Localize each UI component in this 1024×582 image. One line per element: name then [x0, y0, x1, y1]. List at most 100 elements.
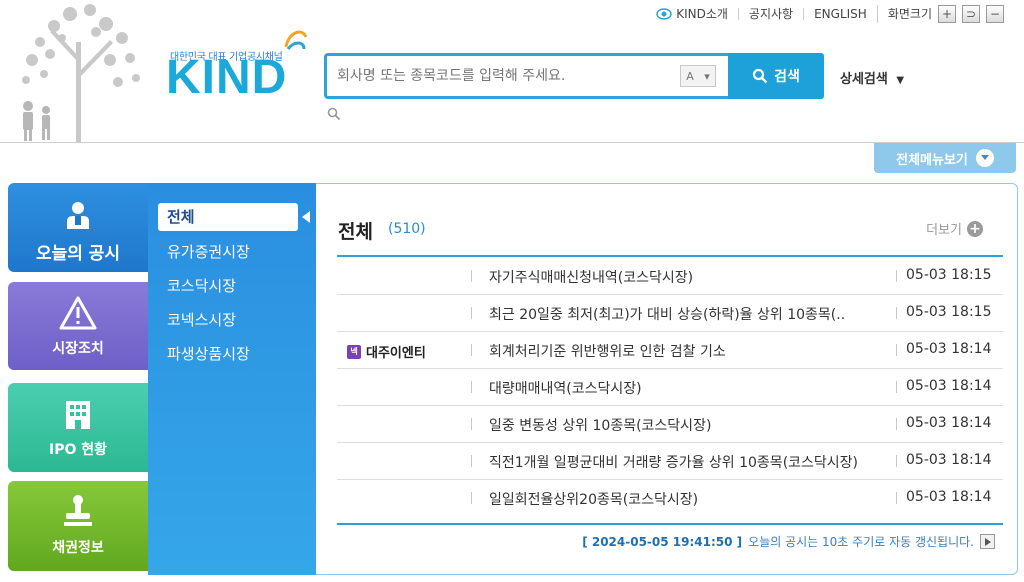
search-button[interactable]: 검색 [728, 53, 824, 99]
list-bottom-divider [337, 523, 1003, 525]
table-row[interactable]: 직전1개월 일평균대비 거래량 증가율 상위 10종목(코스닥시장) 05-03… [337, 443, 1003, 480]
search-bar: A ▾ 검색 [324, 53, 824, 99]
screen-size-control: 화면크기 + ⊃ − [876, 5, 1014, 23]
column-divider [471, 344, 472, 356]
plus-circle-icon: + [967, 220, 983, 237]
table-row[interactable]: 넥 대주이엔티 회계처리기준 위반행위로 인한 검찰 기소 05-03 18:1… [337, 332, 1003, 369]
company-name-label: 대주이엔티 [366, 346, 426, 361]
konex-badge-icon: 넥 [347, 344, 361, 359]
submenu-panel: 전체 유가증권시장 코스닥시장 코넥스시장 파생상품시장 [148, 183, 316, 575]
disclosure-time: 05-03 18:15 [906, 304, 992, 320]
zoom-reset-button[interactable]: ⊃ [962, 5, 980, 23]
kind-logo[interactable]: KIND [166, 54, 287, 102]
table-row[interactable]: 자기주식매매신청내역(코스닥시장) 05-03 18:15 [337, 258, 1003, 295]
more-button[interactable]: 더보기 + [926, 219, 983, 238]
submenu-item-kospi[interactable]: 유가증권시장 [158, 238, 298, 266]
column-divider [471, 418, 472, 430]
utility-menu: KIND소개 공지사항 ENGLISH 화면크기 + ⊃ − [646, 4, 1014, 24]
zoom-in-button[interactable]: + [938, 5, 956, 23]
column-divider [896, 492, 897, 504]
submenu-item-derivatives[interactable]: 파생상품시장 [158, 340, 298, 368]
column-divider [896, 307, 897, 319]
zoom-out-button[interactable]: − [986, 5, 1004, 23]
all-menu-button[interactable]: 전체메뉴보기 [874, 143, 1016, 173]
advanced-search-toggle[interactable]: 상세검색 ▼ [840, 68, 904, 87]
tab-bond-info[interactable]: 채권정보 [8, 481, 148, 571]
tree-illustration-icon [22, 4, 140, 142]
building-icon [66, 401, 90, 429]
disclosure-title[interactable]: 대량매매내역(코스닥시장) [489, 378, 884, 398]
logo-swirl-icon [284, 30, 308, 50]
column-divider [471, 455, 472, 467]
tab-bond-label: 채권정보 [52, 540, 104, 556]
table-row[interactable]: 최근 20일중 최저(최고)가 대비 상승(하락)율 상위 10종목(.. 05… [337, 295, 1003, 332]
column-divider [471, 492, 472, 504]
disclosure-title[interactable]: 직전1개월 일평균대비 거래량 증가율 상위 10종목(코스닥시장) [489, 452, 884, 472]
disclosure-title[interactable]: 일중 변동성 상위 10종목(코스닥시장) [489, 415, 884, 435]
list-count: (510) [388, 221, 426, 237]
disclosure-time: 05-03 18:14 [906, 452, 992, 468]
column-divider [896, 418, 897, 430]
column-divider [471, 270, 472, 282]
disclosure-time: 05-03 18:14 [906, 415, 992, 431]
disclosure-time: 05-03 18:14 [906, 489, 992, 505]
column-divider [896, 270, 897, 282]
disclosure-time: 05-03 18:14 [906, 341, 992, 357]
refresh-notice: [ 2024-05-05 19:41:50 ] 오늘의 공시는 10초 주기로 … [582, 533, 995, 550]
notice-label: 공지사항 [748, 7, 794, 21]
refresh-note: 오늘의 공시는 10초 주기로 자동 갱신됩니다. [748, 535, 974, 549]
tab-market-label: 시장조치 [52, 341, 104, 357]
submenu-item-konex[interactable]: 코넥스시장 [158, 306, 298, 334]
disclosure-title[interactable]: 최근 20일중 최저(최고)가 대비 상승(하락)율 상위 10종목(.. [489, 304, 884, 324]
about-link[interactable]: KIND소개 [646, 8, 738, 20]
tab-today-label: 오늘의 공시 [35, 244, 121, 264]
font-selector[interactable]: A ▾ [680, 65, 716, 87]
eye-logo-icon [656, 8, 672, 20]
chevron-down-icon: ▾ [704, 69, 710, 83]
column-divider [896, 455, 897, 467]
list-top-divider [337, 255, 1003, 257]
disclosure-title[interactable]: 자기주식매매신청내역(코스닥시장) [489, 267, 884, 287]
stamp-icon [64, 495, 92, 526]
tab-ipo-label: IPO 현황 [48, 442, 107, 458]
about-label: KIND소개 [676, 7, 728, 21]
chevron-down-circle-icon [975, 149, 994, 167]
table-row[interactable]: 대량매매내역(코스닥시장) 05-03 18:14 [337, 369, 1003, 406]
disclosure-list-panel: 전체 (510) 더보기 + 자기주식매매신청내역(코스닥시장) 05-03 1… [316, 183, 1018, 575]
english-label: ENGLISH [814, 7, 867, 21]
notice-link[interactable]: 공지사항 [737, 7, 803, 21]
triangle-down-icon: ▼ [896, 75, 905, 86]
header: 대한민국 대표 기업공시채널 KIND KIND소개 공지사항 ENGLISH … [0, 0, 1024, 143]
table-row[interactable]: 일일회전율상위20종목(코스닥시장) 05-03 18:14 [337, 480, 1003, 517]
column-divider [471, 307, 472, 319]
search-icon [753, 68, 768, 84]
column-divider [896, 381, 897, 393]
column-divider [896, 344, 897, 356]
list-title: 전체 [338, 221, 373, 243]
disclosure-title[interactable]: 일일회전율상위20종목(코스닥시장) [489, 489, 884, 509]
advanced-search-label: 상세검색 [840, 72, 888, 87]
font-selector-label: A [686, 69, 694, 83]
search-button-label: 검색 [774, 69, 800, 85]
refresh-timestamp: [ 2024-05-05 19:41:50 ] [582, 534, 743, 549]
more-label: 더보기 [926, 223, 962, 238]
tab-market-action[interactable]: 시장조치 [8, 282, 148, 370]
disclosure-title[interactable]: 회계처리기준 위반행위로 인한 검찰 기소 [489, 341, 884, 361]
search-input[interactable] [327, 56, 680, 96]
disclosure-time: 05-03 18:15 [906, 267, 992, 283]
tab-ipo-status[interactable]: IPO 현황 [8, 383, 148, 472]
warning-icon [59, 296, 97, 330]
submenu-item-all[interactable]: 전체 [158, 203, 298, 231]
disclosure-time: 05-03 18:14 [906, 378, 992, 394]
magnifier-icon[interactable] [327, 107, 341, 121]
company-name[interactable]: 넥 대주이엔티 [347, 342, 426, 361]
tab-today-disclosure[interactable]: 오늘의 공시 [8, 183, 148, 272]
submenu-item-kosdaq[interactable]: 코스닥시장 [158, 272, 298, 300]
all-menu-label: 전체메뉴보기 [896, 152, 968, 168]
person-icon [67, 202, 89, 229]
screen-size-label: 화면크기 [887, 7, 932, 21]
table-row[interactable]: 일중 변동성 상위 10종목(코스닥시장) 05-03 18:14 [337, 406, 1003, 443]
active-pointer-icon [302, 211, 310, 223]
play-icon[interactable] [980, 534, 995, 549]
english-link[interactable]: ENGLISH [803, 8, 877, 20]
